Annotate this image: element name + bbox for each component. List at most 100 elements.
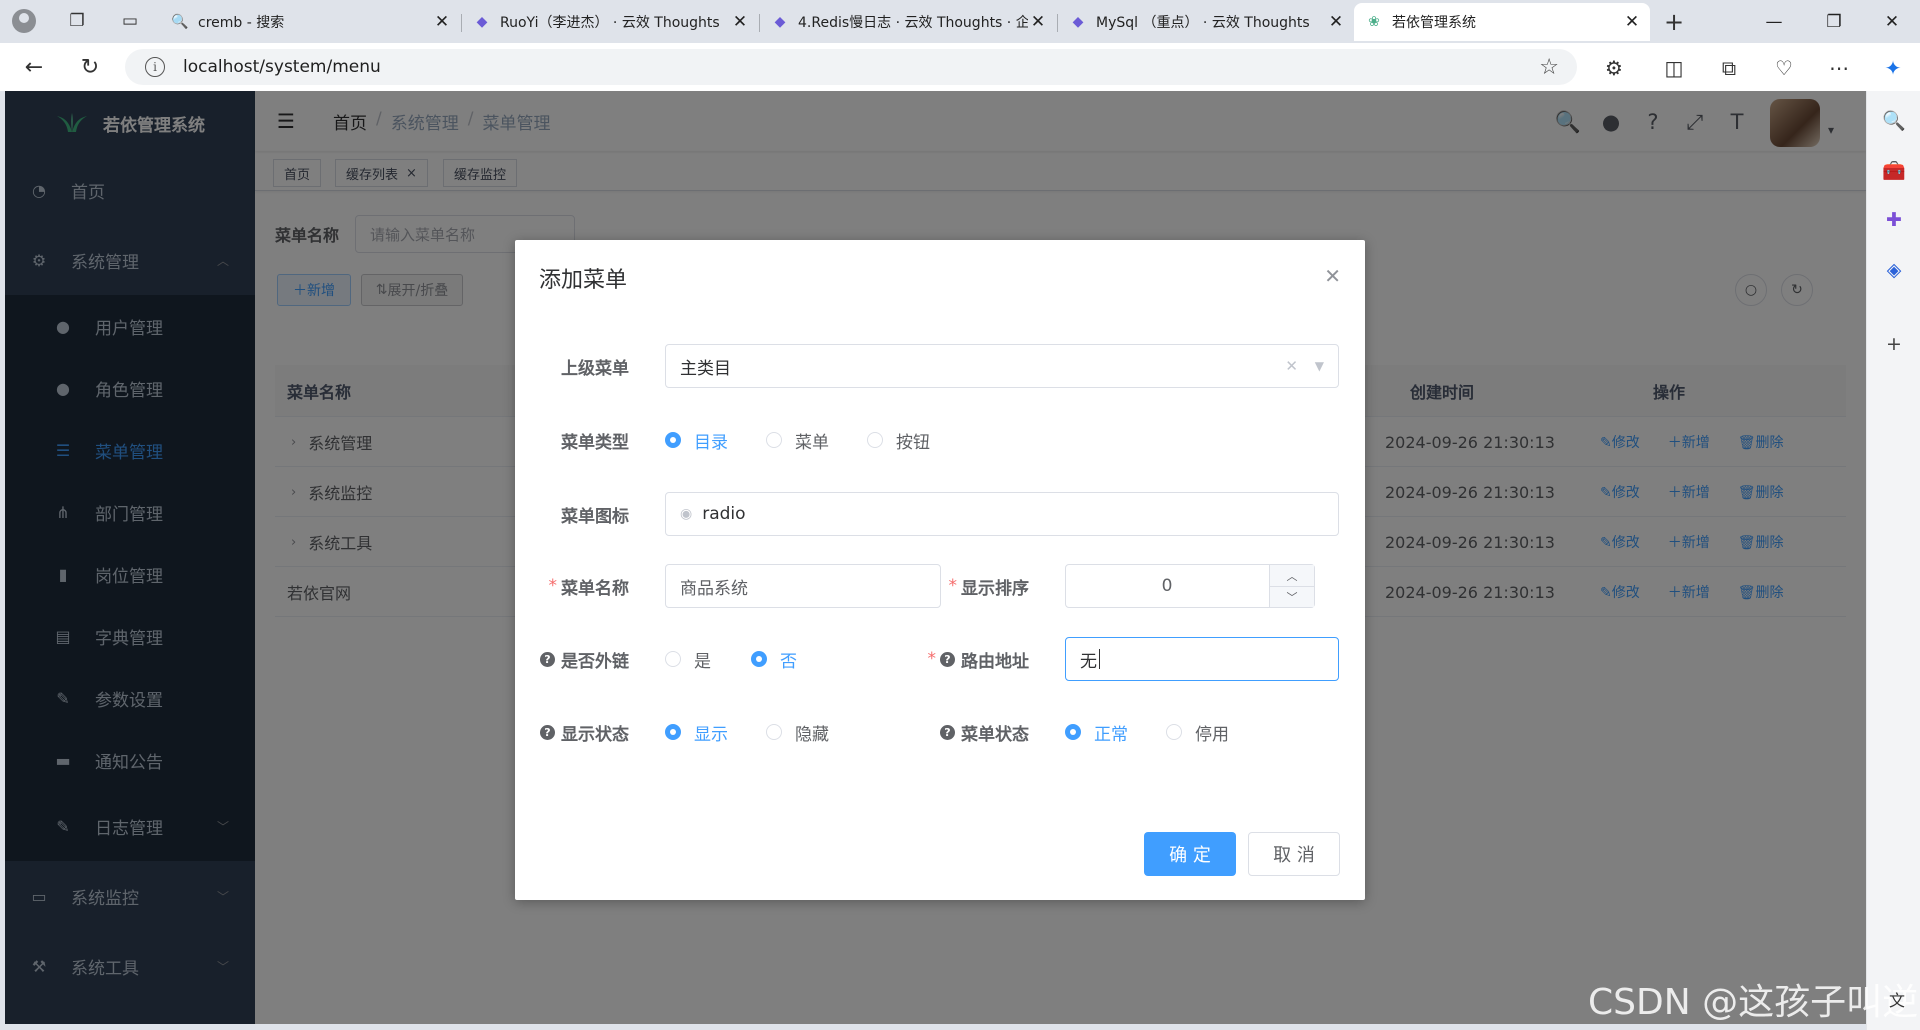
decrease-icon[interactable]: ﹀ (1270, 586, 1314, 607)
required-mark: * (548, 576, 558, 596)
label-text: 显示状态 (561, 724, 629, 745)
external-no-radio[interactable]: 否 (751, 647, 797, 672)
close-icon[interactable]: ✕ (730, 12, 750, 32)
browser-tabstrip: ❐ ▭ 🔍 cremb - 搜索 ✕ ◆ RuoYi（李进杰） · 云效 Tho… (0, 0, 1920, 43)
menu-status-label: ? 菜单状态 (915, 710, 1029, 754)
visible-hide-radio[interactable]: 隐藏 (766, 720, 829, 745)
stepper-buttons: ︿ ﹀ (1269, 565, 1314, 607)
clear-icon[interactable]: ✕ (1285, 357, 1298, 375)
more-menu-icon[interactable]: ⋯ (1824, 53, 1854, 83)
close-icon[interactable]: ✕ (1324, 264, 1341, 288)
label-text: 路由地址 (961, 651, 1029, 672)
question-circle-icon[interactable]: ? (940, 724, 955, 740)
radio-icon: ◉ (680, 506, 693, 522)
thoughts-icon: ◆ (1072, 14, 1084, 30)
radio-dot (867, 432, 883, 448)
menu-type-menu-radio[interactable]: 菜单 (766, 428, 829, 453)
display-order-value: 0 (1161, 576, 1173, 596)
required-mark: * (948, 576, 958, 596)
visible-show-radio[interactable]: 显示 (665, 720, 728, 745)
status-disabled-radio[interactable]: 停用 (1166, 720, 1229, 745)
radio-dot (1065, 724, 1081, 740)
route-path-value: 无 (1080, 651, 1097, 672)
radio-label: 隐藏 (795, 724, 829, 745)
radio-label: 停用 (1195, 724, 1229, 745)
label-text: 是否外链 (561, 651, 629, 672)
favorite-star-icon[interactable]: ☆ (1539, 55, 1559, 80)
parent-menu-label: 上级菜单 (535, 344, 629, 388)
menu-name-label: * 菜单名称 (535, 564, 630, 608)
translate-icon[interactable]: 文 (1884, 986, 1910, 1012)
restore-icon[interactable]: ❐ (1806, 0, 1862, 43)
split-screen-icon[interactable]: ◫ (1659, 53, 1689, 83)
external-link-radio-group: 是 否 (665, 637, 833, 681)
label-text: 显示排序 (961, 578, 1029, 599)
display-order-stepper[interactable]: 0 ︿ ﹀ (1065, 564, 1315, 608)
radio-dot (1166, 724, 1182, 740)
copilot-icon[interactable]: ✦ (1878, 53, 1908, 83)
radio-label: 目录 (694, 432, 728, 453)
parent-menu-select[interactable]: 主类目 ✕ ▼ (665, 344, 1339, 388)
tab-search[interactable]: 🔍 cremb - 搜索 ✕ (160, 3, 460, 41)
close-icon[interactable]: ✕ (432, 12, 452, 32)
question-circle-icon[interactable]: ? (940, 651, 955, 667)
menu-icon-input[interactable]: ◉ radio (665, 492, 1339, 536)
question-circle-icon[interactable]: ? (540, 651, 555, 667)
refresh-icon[interactable]: ↻ (74, 51, 106, 83)
minimize-icon[interactable]: — (1746, 0, 1802, 43)
profile-icon[interactable] (12, 9, 36, 33)
increase-icon[interactable]: ︿ (1270, 565, 1314, 586)
tab-actions-icon[interactable]: ▭ (119, 10, 141, 32)
extensions-icon[interactable]: ⚙ (1599, 53, 1629, 83)
label-text: 菜单图标 (561, 506, 629, 527)
back-icon[interactable]: ← (18, 51, 50, 83)
tab-title: 4.Redis慢日志 · 云效 Thoughts · 企 (798, 15, 1028, 31)
new-tab-button[interactable]: + (1656, 5, 1692, 39)
menu-name-input[interactable]: 商品系统 (665, 564, 941, 608)
radio-dot (751, 651, 767, 667)
cancel-button[interactable]: 取 消 (1248, 832, 1340, 876)
tab-ruoyi-active[interactable]: ❀ 若依管理系统 ✕ (1354, 3, 1650, 41)
tab-redis-thoughts[interactable]: ◆ 4.Redis慢日志 · 云效 Thoughts · 企 ✕ (760, 3, 1056, 41)
menu-name-value: 商品系统 (680, 578, 748, 599)
confirm-button[interactable]: 确 定 (1144, 832, 1236, 876)
label-text: 菜单名称 (561, 578, 629, 599)
external-yes-radio[interactable]: 是 (665, 647, 711, 672)
browser-toolbar: ← ↻ i localhost/system/menu ☆ ⚙ ◫ ⧉ ♡ ⋯ … (0, 43, 1920, 91)
tab-title: RuoYi（李进杰） · 云效 Thoughts (500, 15, 720, 31)
text-cursor (1099, 649, 1100, 669)
menu-type-directory-radio[interactable]: 目录 (665, 428, 728, 453)
radio-dot (665, 651, 681, 667)
close-icon[interactable]: ✕ (1326, 12, 1346, 32)
radio-dot (665, 724, 681, 740)
address-bar[interactable]: i localhost/system/menu ☆ (125, 49, 1577, 85)
tab-title: cremb - 搜索 (198, 15, 285, 31)
menu-type-button-radio[interactable]: 按钮 (867, 428, 930, 453)
workspaces-icon[interactable]: ❐ (66, 10, 88, 32)
visible-radio-group: 显示 隐藏 (665, 710, 865, 754)
caret-down-icon: ▼ (1314, 359, 1324, 373)
tab-ruoyi-thoughts[interactable]: ◆ RuoYi（李进杰） · 云效 Thoughts ✕ (462, 3, 758, 41)
route-path-input[interactable]: 无 (1065, 637, 1339, 681)
add-sidebar-icon[interactable]: + (1881, 331, 1907, 357)
radio-dot (766, 724, 782, 740)
toolbox-icon[interactable]: 🧰 (1881, 157, 1907, 183)
question-circle-icon[interactable]: ? (540, 724, 555, 740)
window-close-icon[interactable]: ✕ (1864, 0, 1920, 43)
thoughts-icon: ◆ (476, 14, 488, 30)
ruoyi-logo-icon: ❀ (1368, 14, 1380, 30)
close-icon[interactable]: ✕ (1622, 12, 1642, 32)
browser-essentials-icon[interactable]: ♡ (1769, 53, 1799, 83)
tab-mysql-thoughts[interactable]: ◆ MySql （重点） · 云效 Thoughts ✕ (1058, 3, 1354, 41)
status-normal-radio[interactable]: 正常 (1065, 720, 1128, 745)
site-info-icon[interactable]: i (145, 57, 165, 77)
puzzle-icon[interactable]: ✚ (1881, 207, 1907, 233)
office-icon[interactable]: ◈ (1881, 257, 1907, 283)
thoughts-icon: ◆ (774, 14, 786, 30)
url-text[interactable]: localhost/system/menu (183, 57, 381, 77)
radio-label: 是 (694, 651, 711, 672)
close-icon[interactable]: ✕ (1028, 12, 1048, 32)
collections-icon[interactable]: ⧉ (1714, 53, 1744, 83)
dialog-title: 添加菜单 (539, 268, 628, 293)
search-icon[interactable]: 🔍 (1881, 107, 1907, 133)
